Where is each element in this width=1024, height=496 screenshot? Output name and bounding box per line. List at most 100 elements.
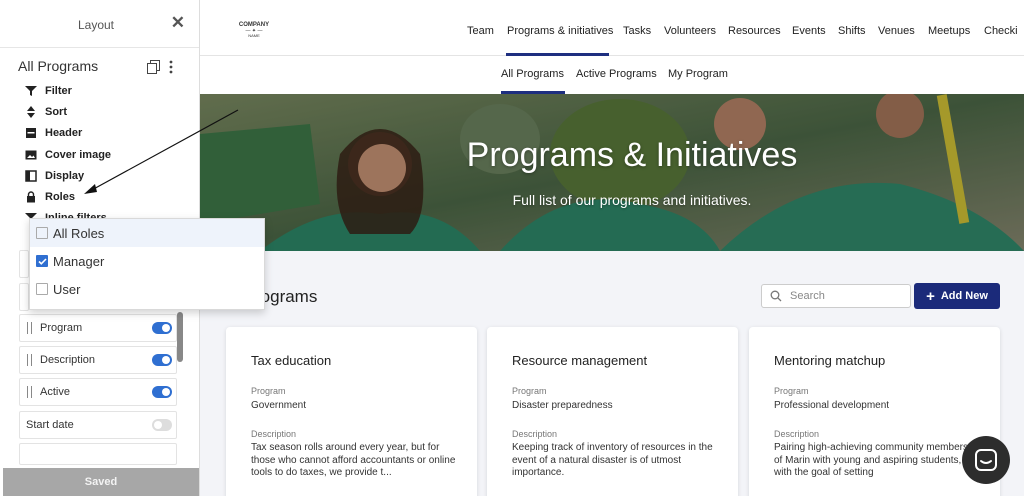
option-roles[interactable]: Roles	[24, 188, 75, 206]
filter-icon	[24, 84, 38, 98]
search-field[interactable]	[761, 284, 911, 308]
option-label: Filter	[45, 85, 72, 97]
option-filter[interactable]: Filter	[24, 82, 72, 100]
card-description: Keeping track of inventory of resources …	[512, 442, 713, 478]
option-label: Display	[45, 170, 85, 182]
company-logo[interactable]: COMPANY — ✦ — NAME	[234, 22, 274, 38]
copy-icon[interactable]	[147, 60, 160, 74]
field-label: Active	[40, 386, 70, 398]
role-label: Manager	[53, 253, 105, 269]
field-row-start-date[interactable]: Start date	[19, 411, 177, 439]
option-header[interactable]: Header	[24, 124, 82, 142]
field-toggle[interactable]	[152, 386, 172, 398]
nav-resources[interactable]: Resources	[728, 25, 781, 37]
option-label: Cover image	[45, 149, 112, 161]
field-label: Description	[40, 354, 96, 366]
drag-handle-icon[interactable]	[27, 322, 32, 334]
nav-meetups[interactable]: Meetups	[928, 25, 970, 37]
chat-button[interactable]	[962, 436, 1010, 484]
search-input[interactable]	[790, 290, 900, 302]
add-new-button[interactable]: + Add New	[914, 283, 1000, 309]
option-cover-image[interactable]: Cover image	[24, 146, 111, 164]
display-icon	[24, 169, 38, 183]
field-label: Program	[40, 322, 83, 334]
top-navigation: COMPANY — ✦ — NAME Team Programs & initi…	[200, 0, 1024, 56]
role-option-manager[interactable]: Manager	[30, 247, 264, 275]
image-icon	[24, 148, 38, 162]
card-field-value: Disaster preparedness	[512, 400, 613, 411]
nav-checkins[interactable]: Checki	[984, 25, 1018, 37]
header-icon	[24, 126, 38, 140]
card-field-label: Program	[512, 386, 547, 396]
program-card[interactable]: Mentoring matchup Program Professional d…	[749, 327, 1000, 496]
field-toggle[interactable]	[152, 419, 172, 431]
card-field-label: Description	[774, 429, 820, 439]
panel-title: Layout	[77, 18, 115, 32]
hero-banner: Programs & Initiatives Full list of our …	[200, 94, 1024, 251]
field-row-description[interactable]: Description	[19, 346, 177, 374]
hidden-row	[19, 283, 29, 311]
hidden-row	[19, 443, 177, 465]
card-field-label: Description	[251, 429, 297, 439]
option-label: Roles	[45, 191, 75, 203]
role-option-user[interactable]: User	[30, 275, 264, 303]
option-display[interactable]: Display	[24, 167, 84, 185]
field-toggle[interactable]	[152, 354, 172, 366]
nav-programs[interactable]: Programs & initiatives	[507, 25, 613, 37]
nav-events[interactable]: Events	[792, 25, 826, 37]
option-label: Sort	[45, 106, 67, 118]
saved-button[interactable]: Saved	[3, 468, 199, 496]
card-title: Tax education	[251, 353, 332, 368]
checkbox[interactable]	[36, 227, 48, 239]
role-label: All Roles	[53, 225, 105, 241]
card-field-label: Program	[251, 386, 286, 396]
roles-dropdown: All Roles Manager User	[29, 218, 265, 310]
hero-subtitle: Full list of our programs and initiative…	[512, 192, 752, 208]
card-field-label: Description	[512, 429, 558, 439]
field-row-program[interactable]: Program	[19, 314, 177, 342]
search-icon	[770, 290, 782, 302]
view-name: All Programs	[18, 58, 99, 74]
drag-handle-icon[interactable]	[27, 386, 32, 398]
role-option-all-roles[interactable]: All Roles	[30, 219, 264, 247]
hero-title: Programs & Initiatives	[466, 136, 798, 174]
card-field-value: Government	[251, 400, 307, 411]
card-title: Mentoring matchup	[774, 353, 886, 368]
plus-icon: +	[926, 287, 935, 305]
chat-icon	[975, 449, 997, 471]
nav-venues[interactable]: Venues	[878, 25, 915, 37]
sort-icon	[24, 105, 38, 119]
more-vertical-icon[interactable]	[168, 60, 174, 74]
field-row-active[interactable]: Active	[19, 378, 177, 406]
role-label: User	[53, 281, 81, 297]
option-sort[interactable]: Sort	[24, 103, 67, 121]
card-field-label: Program	[774, 386, 809, 396]
nav-volunteers[interactable]: Volunteers	[664, 25, 716, 37]
program-card[interactable]: Resource management Program Disaster pre…	[487, 327, 738, 496]
checkbox[interactable]	[36, 283, 48, 295]
field-toggle[interactable]	[152, 322, 172, 334]
sub-navigation: All Programs Active Programs My Program	[200, 56, 1024, 94]
scrollbar[interactable]	[177, 312, 183, 362]
nav-team[interactable]: Team	[467, 25, 494, 37]
card-field-value: Professional development	[774, 400, 890, 411]
nav-tasks[interactable]: Tasks	[623, 25, 651, 37]
lock-icon	[24, 190, 38, 204]
logo-line2: NAME	[248, 33, 260, 39]
program-card[interactable]: Tax education Program Government Descrip…	[226, 327, 477, 496]
nav-shifts[interactable]: Shifts	[838, 25, 866, 37]
card-description: Pairing high-achieving community members…	[774, 442, 968, 478]
add-new-label: Add New	[940, 290, 988, 302]
card-description: Tax season rolls around every year, but …	[251, 442, 456, 478]
hidden-row	[19, 250, 29, 278]
panel-header: Layout ✕	[0, 0, 199, 48]
option-label: Header	[45, 127, 83, 139]
subtab-active-programs[interactable]: Active Programs	[576, 68, 657, 80]
checkbox-checked[interactable]	[36, 255, 48, 267]
close-icon[interactable]: ✕	[171, 14, 185, 31]
field-label: Start date	[26, 419, 74, 431]
card-title: Resource management	[512, 353, 648, 368]
drag-handle-icon[interactable]	[27, 354, 32, 366]
subtab-all-programs[interactable]: All Programs	[501, 68, 564, 80]
subtab-my-program[interactable]: My Program	[668, 68, 728, 80]
